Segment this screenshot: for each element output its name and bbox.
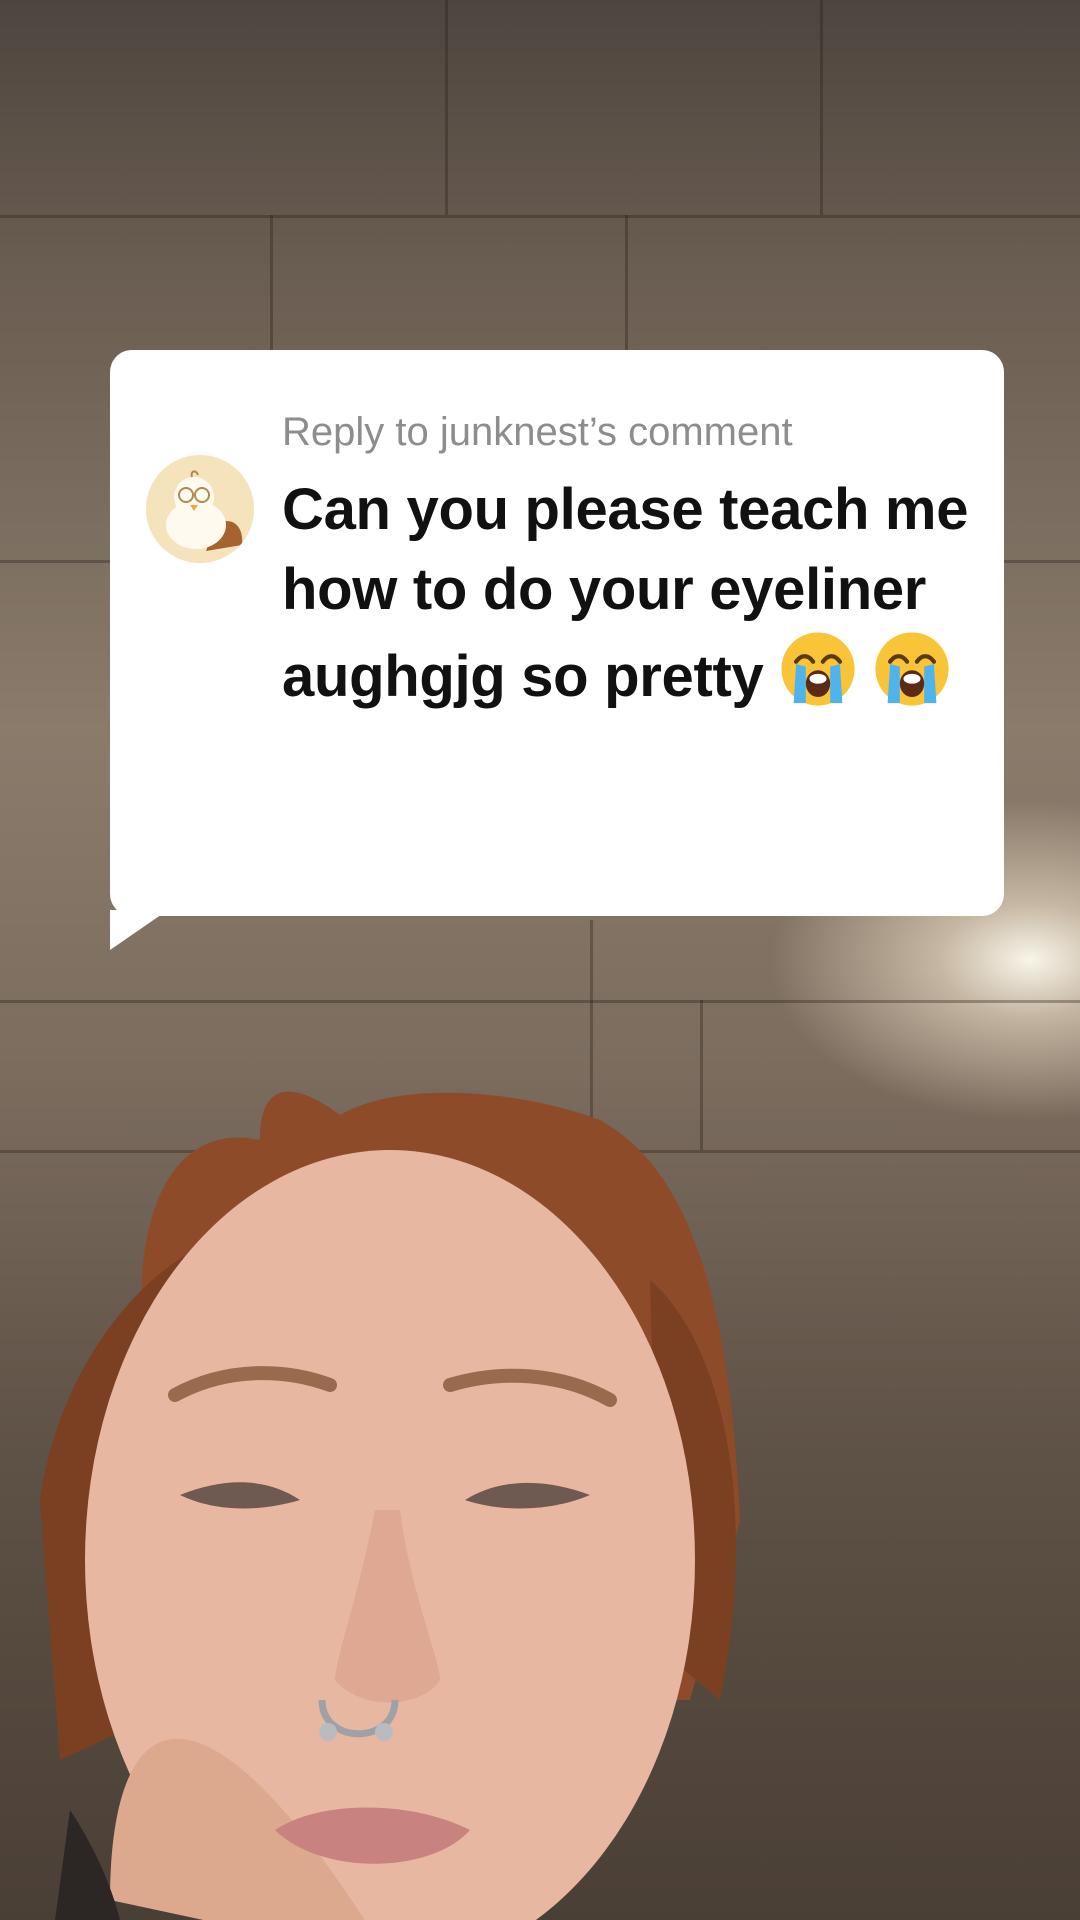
- person-face-image: [40, 1091, 741, 1920]
- video-background: [0, 0, 1080, 1920]
- reply-to-label: Reply to junknest’s comment: [282, 410, 793, 454]
- loudly-crying-face-icon: [875, 632, 949, 706]
- comment-body: Can you please teach me how to do your e…: [282, 477, 969, 709]
- comment-text: Can you please teach me how to do your e…: [282, 470, 982, 717]
- comment-card-tail: [110, 910, 168, 950]
- loudly-crying-face-icon: [781, 632, 855, 706]
- commenter-avatar[interactable]: [146, 455, 254, 563]
- duck-avatar-icon: [146, 455, 254, 563]
